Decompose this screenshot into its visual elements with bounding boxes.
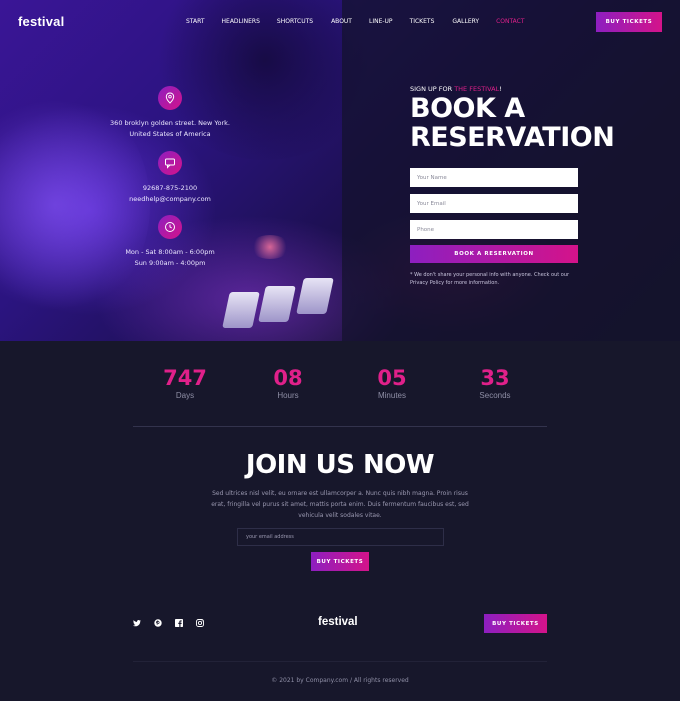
privacy-note: * We don't share your personal info with…: [410, 272, 570, 286]
hero-background: [0, 0, 680, 341]
contact-address: 360 broklyn golden street. New York. Uni…: [110, 86, 230, 140]
countdown-minutes: 05 Minutes: [352, 366, 432, 402]
contact-phone-email: 92687-875-2100 needhelp@company.com: [110, 151, 230, 205]
newsletter-email-input[interactable]: your email address: [237, 528, 444, 546]
join-buy-tickets-button[interactable]: BUY TICKETS: [311, 552, 369, 571]
countdown-value: 08: [273, 366, 303, 390]
footer-buy-tickets-button[interactable]: BUY TICKETS: [484, 614, 547, 633]
logo[interactable]: festival: [18, 14, 64, 29]
buy-tickets-button[interactable]: BUY TICKETS: [596, 12, 662, 32]
section-divider: [133, 426, 547, 427]
phone-input[interactable]: Phone: [410, 220, 578, 239]
chat-icon: [158, 151, 182, 175]
mixer-knob: [258, 286, 296, 322]
mixer-knob: [296, 278, 334, 314]
clock-icon: [158, 215, 182, 239]
countdown-label: Hours: [277, 391, 299, 400]
nav-item-shortcuts[interactable]: SHORTCUTS: [277, 18, 313, 25]
countdown-seconds: 33 Seconds: [455, 366, 535, 402]
countdown-label: Seconds: [479, 391, 511, 400]
signup-accent: THE FESTIVAL: [454, 85, 500, 93]
hours-line: Mon - Sat 8:00am - 6:00pm: [125, 248, 215, 256]
countdown-value: 33: [480, 366, 510, 390]
mixer-knob: [222, 292, 260, 328]
nav-item-about[interactable]: ABOUT: [331, 18, 352, 25]
book-reservation-button[interactable]: BOOK A RESERVATION: [410, 245, 578, 263]
reservation-title-line: BOOK A: [410, 93, 525, 124]
twitter-icon[interactable]: [132, 618, 142, 628]
facebook-icon[interactable]: [174, 618, 184, 628]
instagram-icon[interactable]: [195, 618, 205, 628]
pinterest-icon[interactable]: [153, 618, 163, 628]
signup-prefix: SIGN UP FOR: [410, 85, 453, 93]
address-line: United States of America: [129, 130, 211, 138]
signup-eyebrow: SIGN UP FOR THE FESTIVAL!: [410, 85, 502, 93]
nav-item-contact[interactable]: CONTACT: [496, 18, 524, 25]
email-input[interactable]: Your Email: [410, 194, 578, 213]
countdown-days: 747 Days: [145, 366, 225, 402]
reservation-title-line: RESERVATION: [410, 122, 615, 153]
footer-logo[interactable]: festival: [318, 616, 358, 628]
reservation-title: BOOK A RESERVATION: [410, 93, 615, 153]
join-title: JOIN US NOW: [245, 450, 435, 480]
countdown-hours: 08 Hours: [248, 366, 328, 402]
location-pin-icon: [158, 86, 182, 110]
hero-light: [250, 235, 290, 259]
nav-item-start[interactable]: START: [186, 18, 205, 25]
join-description: Sed ultrices nisl velit, eu ornare est u…: [211, 490, 469, 519]
hours-line: Sun 9:00am - 4:00pm: [134, 259, 206, 267]
countdown-label: Days: [175, 391, 195, 400]
footer-divider: [133, 661, 547, 662]
nav-item-gallery[interactable]: GALLERY: [452, 18, 479, 25]
nav-item-tickets[interactable]: TICKETS: [410, 18, 435, 25]
contact-hours: Mon - Sat 8:00am - 6:00pm Sun 9:00am - 4…: [110, 215, 230, 269]
main-menu: START HEADLINERS SHORTCUTS ABOUT LINE-UP…: [186, 18, 525, 25]
countdown-value: 05: [377, 366, 407, 390]
countdown-value: 747: [163, 366, 207, 390]
top-nav: festival START HEADLINERS SHORTCUTS ABOU…: [0, 0, 680, 44]
phone-number[interactable]: 92687-875-2100: [110, 183, 230, 194]
address-line: 360 broklyn golden street. New York.: [110, 119, 230, 127]
nav-item-line-up[interactable]: LINE-UP: [369, 18, 393, 25]
nav-item-headliners[interactable]: HEADLINERS: [222, 18, 260, 25]
name-input[interactable]: Your Name: [410, 168, 578, 187]
email-address[interactable]: needhelp@company.com: [110, 194, 230, 205]
countdown-label: Minutes: [377, 391, 406, 400]
signup-suffix: !: [499, 85, 502, 93]
copyright: © 2021 by Company.com / All rights reser…: [271, 677, 409, 684]
